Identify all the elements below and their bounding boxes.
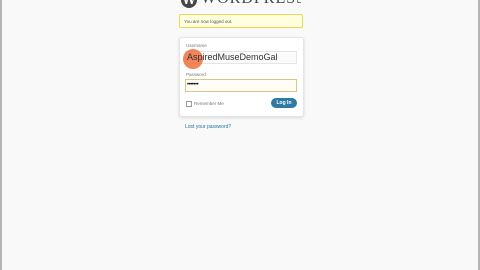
login-form: Username AspiredMuseDemoGal Password •••…: [179, 37, 304, 117]
wordpress-mark-icon: W: [181, 0, 197, 8]
logout-message: You are now logged out.: [179, 14, 303, 28]
remember-checkbox[interactable]: [186, 101, 192, 107]
password-input[interactable]: [185, 79, 297, 92]
window-edge-left: [0, 0, 2, 270]
remember-me[interactable]: Remember Me: [186, 101, 224, 107]
password-value: •••••••: [187, 82, 199, 88]
lost-password-link[interactable]: Lost your password?: [185, 124, 231, 130]
username-value: AspiredMuseDemoGal: [187, 52, 278, 62]
username-label: Username: [186, 43, 207, 48]
remember-label: Remember Me: [194, 101, 224, 107]
password-label: Password: [186, 72, 206, 77]
wordpress-logo[interactable]: W WORDPRESS: [181, 0, 301, 10]
login-button[interactable]: Log In: [271, 98, 297, 108]
wordpress-wordmark: WORDPRESS: [201, 0, 301, 8]
